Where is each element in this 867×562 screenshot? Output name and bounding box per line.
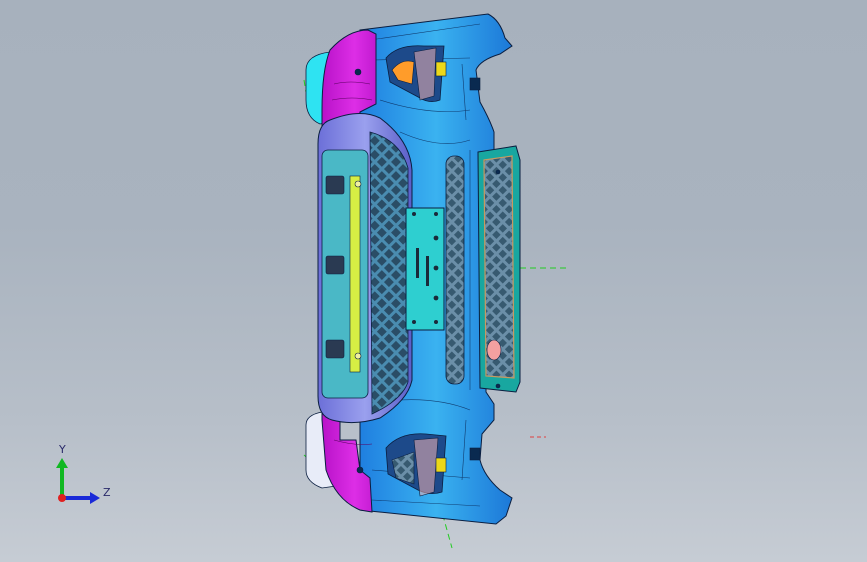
z-axis-label: Z (103, 486, 111, 499)
grille-badge[interactable] (486, 339, 502, 361)
triad-axes (56, 458, 100, 504)
lower-grille-mesh[interactable] (369, 131, 409, 415)
y-axis-label: Y (59, 443, 66, 456)
orientation-triad: Y Z (44, 438, 124, 518)
z-axis-arrowhead (90, 492, 100, 504)
center-vent-slot[interactable] (445, 155, 465, 385)
bumper-model[interactable] (0, 0, 867, 562)
drl-light-strip (349, 175, 361, 373)
3d-viewport[interactable]: Y Z (0, 0, 867, 562)
y-axis-arrowhead (56, 458, 68, 468)
license-plate-mount[interactable] (405, 207, 445, 331)
triad-origin (58, 494, 66, 502)
